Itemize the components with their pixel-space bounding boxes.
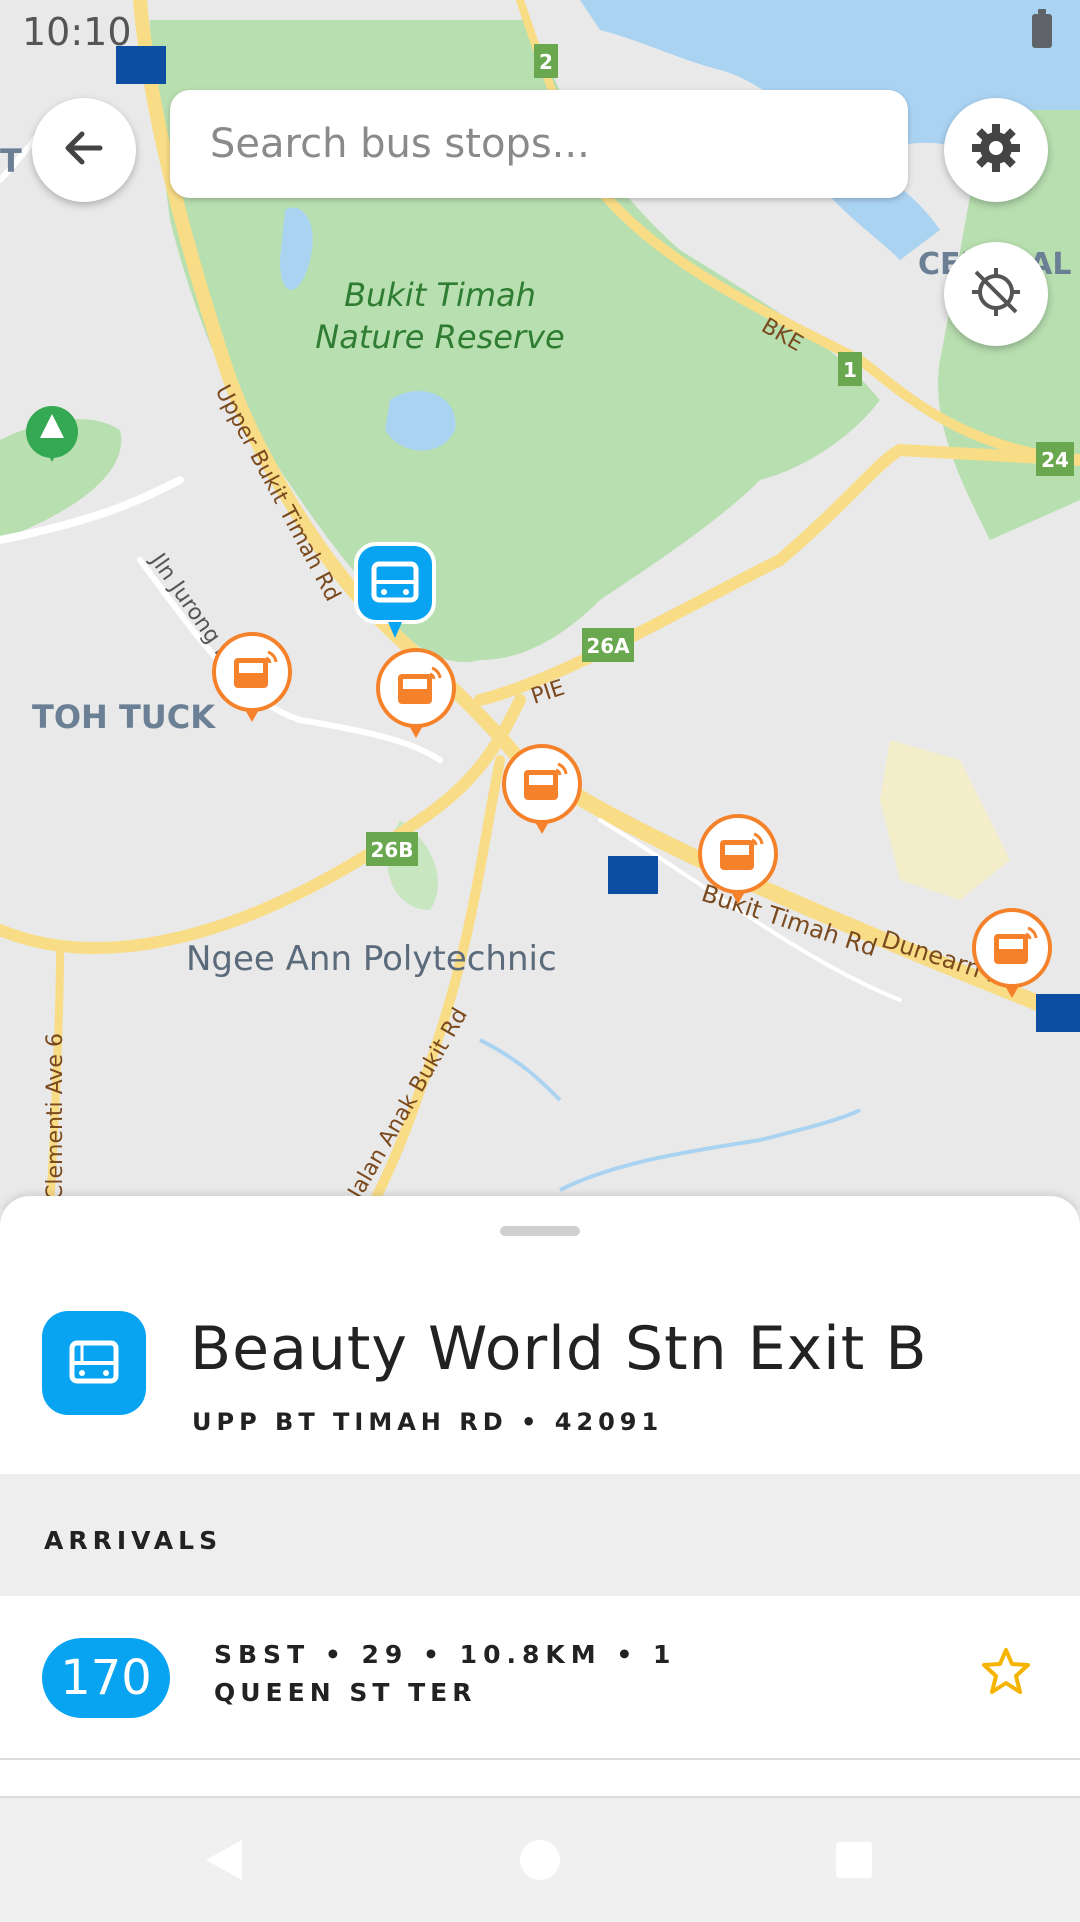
- svg-text:24: 24: [1041, 448, 1069, 472]
- bus-stop-icon: [42, 1311, 146, 1415]
- svg-text:Clementi Ave 6: Clementi Ave 6: [43, 1033, 68, 1200]
- stop-subtitle: UPP BT TIMAH RD • 42091: [192, 1408, 664, 1436]
- sheet-drag-handle[interactable]: [500, 1226, 580, 1236]
- selected-bus-stop-marker[interactable]: [354, 542, 436, 642]
- status-time: 10:10: [22, 10, 132, 54]
- svg-text:Nature Reserve: Nature Reserve: [315, 318, 564, 356]
- arrow-left-icon: [60, 124, 108, 176]
- back-button[interactable]: [32, 98, 136, 202]
- svg-text:Ngee Ann Polytechnic: Ngee Ann Polytechnic: [186, 939, 557, 979]
- nav-back-icon[interactable]: [202, 1836, 246, 1888]
- arrival-destination: QUEEN ST TER: [214, 1678, 477, 1707]
- system-navigation-bar: [0, 1796, 1080, 1922]
- my-location-button[interactable]: [944, 242, 1048, 346]
- location-disabled-icon: [968, 264, 1024, 324]
- settings-button[interactable]: [944, 98, 1048, 202]
- arrival-row[interactable]: 170 SBST • 29 • 10.8KM • 1 QUEEN ST TER: [0, 1596, 1080, 1760]
- arrivals-header: ARRIVALS: [0, 1474, 1080, 1596]
- nav-home-icon[interactable]: [518, 1836, 562, 1888]
- search-input[interactable]: [208, 120, 908, 168]
- search-bar[interactable]: [170, 90, 908, 198]
- battery-icon: [1032, 9, 1052, 48]
- svg-text:TOH TUCK: TOH TUCK: [32, 698, 216, 736]
- arrival-details: SBST • 29 • 10.8KM • 1: [214, 1640, 677, 1669]
- route-badge: 170: [42, 1638, 170, 1718]
- svg-text:Jalan Anak Bukit Rd: Jalan Anak Bukit Rd: [343, 1004, 473, 1205]
- exit-label: 2: [539, 50, 553, 74]
- stop-name: Beauty World Stn Exit B: [190, 1314, 928, 1384]
- gear-icon: [968, 120, 1024, 180]
- svg-text:26A: 26A: [586, 634, 630, 658]
- nav-recents-icon[interactable]: [832, 1836, 876, 1888]
- arrivals-title: ARRIVALS: [44, 1526, 223, 1555]
- svg-text:26B: 26B: [370, 838, 413, 862]
- svg-text:T: T: [0, 142, 22, 180]
- svg-text:Bukit Timah: Bukit Timah: [344, 276, 536, 314]
- svg-text:1: 1: [843, 358, 857, 382]
- stop-details-sheet[interactable]: Beauty World Stn Exit B UPP BT TIMAH RD …: [0, 1196, 1080, 1796]
- star-outline-icon[interactable]: [980, 1646, 1032, 1700]
